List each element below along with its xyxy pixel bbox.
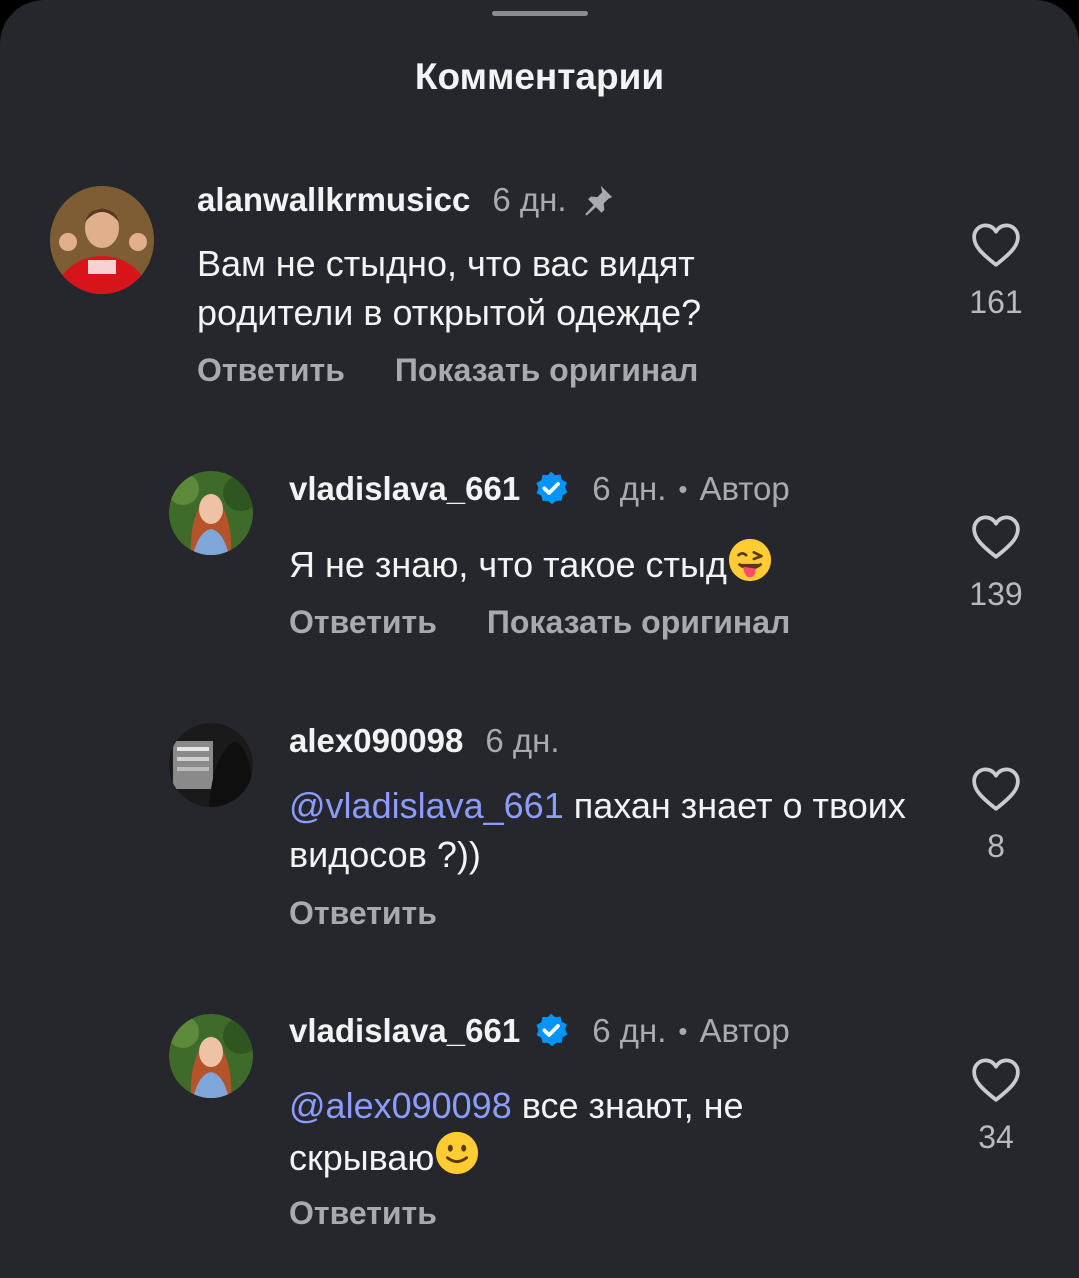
avatar[interactable] [169, 723, 253, 807]
comment-text: Вам не стыдно, что вас видят родители в … [197, 243, 702, 333]
pin-icon [584, 185, 612, 216]
timestamp: 6 дн. [485, 722, 560, 759]
verified-badge-icon [532, 1012, 570, 1050]
reply-button[interactable]: Ответить [289, 895, 437, 932]
reply-button[interactable]: Ответить [289, 604, 437, 641]
winking-tongue-emoji [728, 538, 771, 582]
slightly-smiling-emoji [436, 1131, 479, 1175]
verified-badge-icon [532, 470, 570, 508]
avatar[interactable] [169, 1014, 253, 1098]
timestamp: 6 дн. [592, 1012, 667, 1049]
separator-dot: • [678, 1015, 688, 1046]
username[interactable]: vladislava_661 [289, 1012, 520, 1050]
username[interactable]: vladislava_661 [289, 470, 520, 508]
reply-button[interactable]: Ответить [289, 1195, 437, 1232]
comments-sheet: Комментарии alanwallkrmusicc 6 дн. Вам н… [0, 0, 1079, 1278]
separator-dot: • [678, 473, 688, 504]
show-original-button[interactable]: Показать оригинал [395, 352, 698, 389]
author-label: Автор [699, 470, 790, 507]
heart-icon[interactable] [971, 1057, 1021, 1103]
heart-icon[interactable] [971, 514, 1021, 560]
avatar[interactable] [50, 186, 154, 294]
comment-text: @alex090098 все знают, не скрываю [289, 1081, 909, 1182]
mention-link[interactable]: @vladislava_661 [289, 785, 564, 826]
sheet-title: Комментарии [414, 56, 665, 97]
like-count: 34 [978, 1119, 1014, 1155]
timestamp: 6 дн. [492, 181, 567, 218]
drag-handle[interactable] [492, 11, 588, 16]
comment-text: Я не знаю, что такое стыд [289, 537, 773, 589]
username[interactable]: alex090098 [289, 722, 463, 760]
author-label: Автор [699, 1012, 790, 1049]
avatar[interactable] [169, 471, 253, 555]
like-count: 8 [987, 828, 1005, 864]
reply-button[interactable]: Ответить [197, 352, 345, 389]
like-count: 139 [969, 576, 1023, 612]
comment-text-line1: все знают, не [521, 1085, 744, 1126]
show-original-button[interactable]: Показать оригинал [487, 604, 790, 641]
comment-text-line2: скрываю [289, 1137, 435, 1178]
username[interactable]: alanwallkrmusicc [197, 181, 470, 219]
heart-icon[interactable] [971, 222, 1021, 268]
comment-text-body: Я не знаю, что такое стыд [289, 544, 727, 585]
heart-icon[interactable] [971, 766, 1021, 812]
timestamp: 6 дн. [592, 470, 667, 507]
mention-link[interactable]: @alex090098 [289, 1085, 512, 1126]
like-count: 161 [969, 284, 1023, 320]
comment-text: @vladislava_661 пахан знает о твоих видо… [289, 781, 909, 879]
